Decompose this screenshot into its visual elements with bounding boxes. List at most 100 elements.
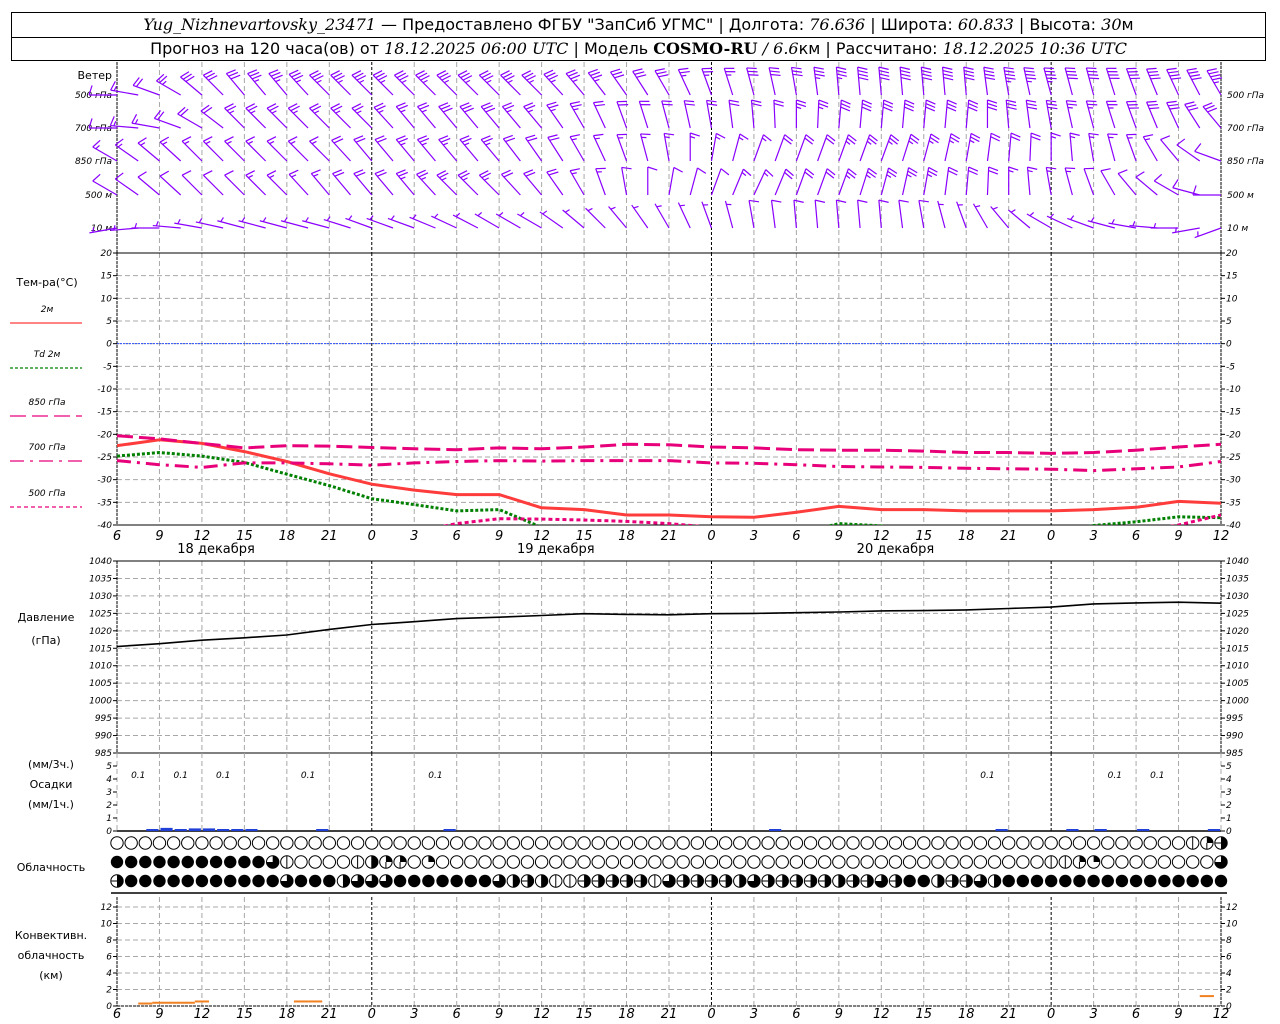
cloud-outline [478, 836, 492, 850]
wind-barb-feather [483, 137, 493, 143]
wind-barb-feather [398, 137, 408, 143]
conv-ytick-label-left: 8 [106, 936, 112, 946]
cloud-symbol-0-oktas [336, 855, 351, 869]
cloud-outline [577, 855, 591, 869]
wind-barb-half-feather [818, 106, 824, 110]
cloud-symbol-8-oktas [422, 874, 435, 888]
wind-barb [569, 101, 585, 129]
wind-barb-staff [457, 174, 479, 196]
wind-barb-staff [1008, 209, 1031, 229]
wind-barb [245, 170, 267, 196]
cloud-fill [252, 874, 265, 888]
wind-barb-feather [251, 74, 262, 80]
wind-barb-feather [247, 69, 258, 75]
precip-hourly-bar [1137, 829, 1150, 831]
wind-barb-staff [351, 107, 373, 129]
cloud-symbol-8-oktas [1016, 874, 1030, 888]
cloud-fill [683, 874, 690, 888]
wind-barb-staff [901, 167, 910, 196]
wind-barb-half-feather [1089, 136, 1095, 139]
cloud-symbol-6-oktas [350, 874, 365, 888]
wind-barb [217, 217, 245, 229]
cloud-symbol-0-oktas [633, 855, 648, 869]
wind-barb-feather [547, 134, 558, 138]
wind-barb-feather [925, 106, 936, 112]
wind-barb [546, 101, 564, 129]
cloud-symbol-0-oktas [605, 855, 620, 869]
wind-barb-feather [1066, 70, 1077, 73]
cloud-symbol-0-oktas [1171, 855, 1186, 869]
wind-level-label-left: 500 гПа [75, 91, 112, 101]
cloud-symbol-0-oktas [435, 836, 450, 850]
wind-barb-staff [202, 140, 224, 162]
wind-barb [880, 167, 898, 196]
cloud-outline [832, 836, 846, 850]
wind-barb [137, 171, 160, 196]
wind-barb-feather [815, 199, 826, 203]
wind-barb-staff [1125, 101, 1137, 129]
wind-barb-feather [1153, 173, 1163, 182]
wind-barb-feather [505, 137, 516, 143]
cloud-symbol-0-oktas [1143, 855, 1157, 869]
temp-legend-label: Td 2м [34, 350, 61, 360]
wind-barb-feather [748, 199, 760, 203]
wind-barb-staff [638, 101, 649, 129]
wind-barb-feather [943, 76, 954, 81]
cloud-symbol-8-oktas [195, 874, 209, 888]
wind-barb-feather [769, 70, 780, 73]
cloud-symbol-0-oktas [166, 836, 181, 850]
cloud-symbol-8-oktas [917, 874, 930, 888]
cloud-outline [789, 855, 804, 869]
cloud-symbol-0-oktas [1115, 836, 1129, 850]
wind-barb [395, 135, 415, 162]
precip-3h-total: 0.1 [216, 771, 230, 781]
cloud-fill [838, 874, 846, 888]
wind-barb-feather [525, 171, 536, 177]
wind-barb-feather [1027, 106, 1038, 110]
cloud-symbol-0-oktas [265, 836, 280, 850]
wind-barb-half-feather [949, 139, 955, 144]
wind-barb-feather [416, 169, 426, 175]
cloud-symbol-0-oktas [860, 836, 874, 850]
cloud-outline [195, 836, 209, 850]
wind-barb-staff [944, 100, 949, 129]
wind-barb [1087, 217, 1116, 229]
wind-barb [592, 100, 606, 129]
wind-barb-staff [1125, 68, 1137, 96]
cloud-fill [1115, 874, 1129, 888]
wind-barb [459, 102, 479, 129]
cloud-symbol-8-oktas [110, 855, 124, 869]
wind-barb-feather [245, 136, 255, 142]
wind-barb-staff [1083, 168, 1095, 196]
cloud-fill [1200, 874, 1214, 888]
wind-barb-feather [224, 170, 234, 176]
wind-barb-feather [964, 73, 975, 77]
wind-barb [701, 201, 713, 229]
wind-barb-feather [546, 168, 557, 173]
temp-axis-label: Тем-ра(°С) [15, 276, 77, 289]
wind-barb-feather [1003, 66, 1014, 70]
wind-barb [480, 135, 500, 162]
wind-level-label-right: 850 гПа [1227, 157, 1264, 167]
wind-barb [972, 203, 988, 229]
cloud-symbol-0-oktas [846, 836, 860, 850]
wind-barb-feather [419, 137, 430, 143]
wind-barb [677, 67, 691, 96]
wind-barb-half-feather [462, 177, 468, 181]
precip-3h-total: 0.1 [1150, 771, 1164, 781]
wind-barb-half-feather [906, 173, 912, 178]
wind-barb-staff [266, 107, 288, 129]
wind-barb-staff [374, 139, 394, 162]
wind-barb [225, 69, 245, 96]
wind-barb-staff [523, 173, 543, 196]
wind-barb-staff [547, 137, 564, 162]
cloud-symbol-0-oktas [917, 836, 931, 850]
wind-barb-staff [592, 135, 606, 162]
cloud-symbol-8-oktas [1044, 874, 1058, 888]
wind-barb-feather [1147, 70, 1158, 73]
wind-barb-feather [1005, 77, 1016, 80]
wind-level-label-right: 700 гПа [1227, 124, 1264, 134]
pres-ytick-label-left: 995 [95, 714, 112, 724]
wind-barb-feather [796, 99, 807, 104]
wind-barb-feather [137, 137, 147, 144]
